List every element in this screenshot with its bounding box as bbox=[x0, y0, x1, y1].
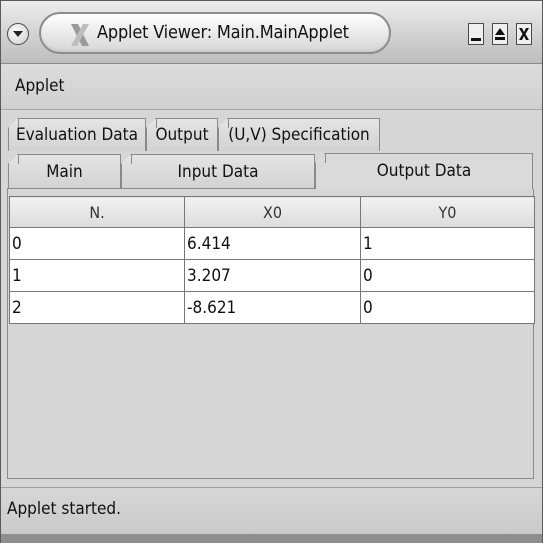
minimize-button[interactable] bbox=[468, 23, 484, 45]
title-bar[interactable]: Applet Viewer: Main.MainApplet bbox=[1, 1, 542, 64]
table-row[interactable]: 1 3.207 0 bbox=[9, 259, 535, 292]
tab-output-data[interactable]: Output Data bbox=[315, 153, 533, 190]
table-header-row: N. X0 Y0 bbox=[9, 196, 535, 228]
maximize-icon bbox=[495, 28, 505, 40]
cell-n[interactable]: 2 bbox=[9, 291, 185, 324]
tab-output[interactable]: Output bbox=[146, 118, 218, 151]
maximize-button[interactable] bbox=[492, 23, 508, 45]
tab-input-data[interactable]: Input Data bbox=[121, 154, 315, 189]
cell-x0[interactable]: 6.414 bbox=[184, 227, 361, 260]
column-header-y0[interactable]: Y0 bbox=[360, 196, 535, 228]
tab-uv-specification[interactable]: (U,V) Specification bbox=[218, 118, 380, 151]
output-data-panel: N. X0 Y0 0 6.414 1 1 3.207 0 2 -8.621 0 bbox=[7, 189, 535, 479]
status-text: Applet started. bbox=[7, 499, 121, 519]
tab-evaluation-data[interactable]: Evaluation Data bbox=[8, 118, 146, 151]
status-bar: Applet started. bbox=[1, 487, 542, 534]
menu-bar: Applet bbox=[1, 64, 542, 110]
window-bottom-border bbox=[1, 534, 542, 543]
cell-y0[interactable]: 1 bbox=[360, 227, 535, 260]
cell-n[interactable]: 0 bbox=[9, 227, 185, 260]
close-icon bbox=[519, 28, 529, 40]
column-header-n[interactable]: N. bbox=[9, 196, 185, 228]
x-logo-icon bbox=[71, 24, 89, 46]
cell-x0[interactable]: 3.207 bbox=[184, 259, 361, 292]
menu-applet[interactable]: Applet bbox=[15, 76, 65, 96]
cell-n[interactable]: 1 bbox=[9, 259, 185, 292]
table-row[interactable]: 2 -8.621 0 bbox=[9, 291, 535, 324]
table-row[interactable]: 0 6.414 1 bbox=[9, 227, 535, 260]
tab-main[interactable]: Main bbox=[8, 154, 121, 189]
window-title: Applet Viewer: Main.MainApplet bbox=[97, 22, 349, 43]
applet-viewer-window: Applet Viewer: Main.MainApplet Applet Ev… bbox=[0, 0, 543, 543]
chevron-down-icon bbox=[13, 31, 23, 37]
window-menu-button[interactable] bbox=[7, 23, 29, 45]
column-header-x0[interactable]: X0 bbox=[184, 196, 361, 228]
cell-x0[interactable]: -8.621 bbox=[184, 291, 361, 324]
close-button[interactable] bbox=[516, 23, 532, 45]
cell-y0[interactable]: 0 bbox=[360, 291, 535, 324]
cell-y0[interactable]: 0 bbox=[360, 259, 535, 292]
output-data-table: N. X0 Y0 0 6.414 1 1 3.207 0 2 -8.621 0 bbox=[9, 196, 535, 324]
minimize-icon bbox=[471, 38, 481, 41]
